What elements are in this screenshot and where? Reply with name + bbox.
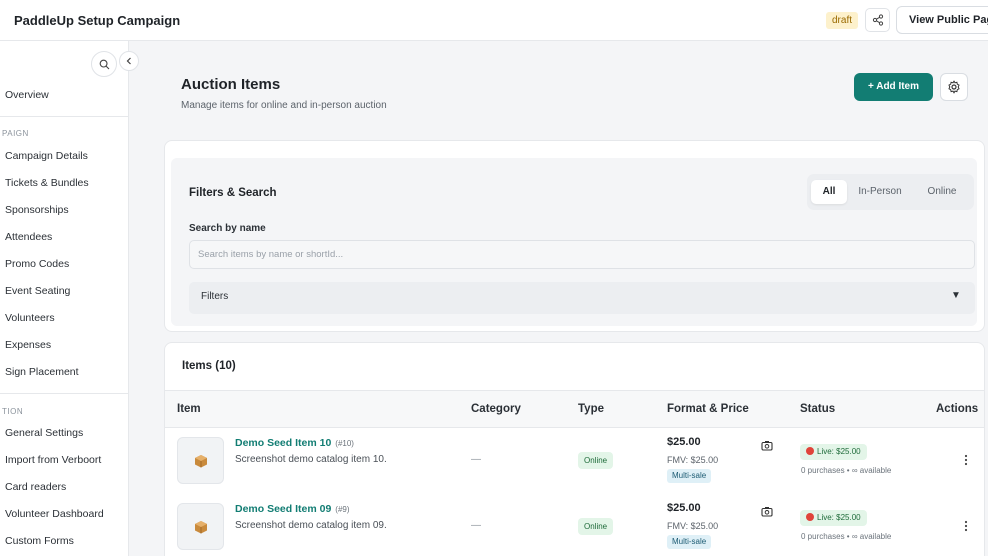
- item-fmv: FMV: $25.00: [667, 521, 719, 531]
- row-actions-button[interactable]: [962, 452, 970, 468]
- item-thumbnail: [177, 437, 224, 484]
- item-name: Demo Seed Item 09: [235, 503, 332, 515]
- camera-icon: [761, 506, 773, 517]
- column-header-type: Type: [578, 403, 604, 415]
- filters-panel: Filters & Search All In-Person Online Se…: [171, 158, 977, 326]
- status-text: Live: $25.00: [817, 447, 861, 456]
- package-icon: [194, 520, 207, 533]
- search-input[interactable]: [189, 240, 975, 269]
- tab-all[interactable]: All: [811, 180, 847, 204]
- tab-in-person[interactable]: In-Person: [849, 180, 911, 204]
- sidebar-item-promo-codes[interactable]: Promo Codes: [5, 258, 69, 270]
- camera-icon: [761, 440, 773, 451]
- column-header-actions: Actions: [936, 403, 979, 415]
- draft-badge: draft: [826, 12, 859, 29]
- column-header-category: Category: [471, 403, 521, 415]
- status-badge: Live: $25.00: [800, 444, 867, 460]
- sidebar-item-tickets-bundles[interactable]: Tickets & Bundles: [5, 177, 89, 189]
- sidebar-item-import-verboort[interactable]: Import from Verboort: [5, 454, 101, 466]
- table-header: Item Category Type Format & Price Status…: [165, 390, 984, 428]
- filters-toggle[interactable]: Filters ▼: [189, 282, 975, 314]
- column-header-format-price: Format & Price: [667, 403, 749, 415]
- sidebar-item-overview[interactable]: Overview: [5, 89, 49, 101]
- sidebar-search-button[interactable]: [91, 51, 117, 77]
- search-label: Search by name: [189, 223, 266, 234]
- page-subtitle: Manage items for online and in-person au…: [181, 100, 387, 111]
- sidebar-item-volunteers[interactable]: Volunteers: [5, 312, 55, 324]
- item-description: Screenshot demo catalog item 10.: [235, 454, 387, 465]
- sidebar-divider: [0, 393, 128, 394]
- page-title: Auction Items: [181, 76, 281, 93]
- sidebar-item-card-readers[interactable]: Card readers: [5, 481, 66, 493]
- item-fmv: FMV: $25.00: [667, 455, 719, 465]
- items-title: Items (10): [182, 360, 236, 372]
- type-badge: Online: [578, 518, 614, 535]
- item-category: —: [471, 520, 481, 531]
- sidebar-item-campaign-details[interactable]: Campaign Details: [5, 150, 88, 162]
- filters-title: Filters & Search: [189, 187, 277, 199]
- purchases-info: 0 purchases • ∞ available: [801, 532, 892, 541]
- caret-down-icon: ▼: [951, 290, 961, 301]
- chevron-left-icon: [126, 57, 131, 65]
- sidebar-item-volunteer-dashboard[interactable]: Volunteer Dashboard: [5, 508, 104, 520]
- format-badge: Multi-sale: [667, 469, 712, 483]
- item-description: Screenshot demo catalog item 09.: [235, 520, 387, 531]
- sidebar-section-campaign: PAIGN: [2, 129, 29, 138]
- collapse-sidebar-button[interactable]: [119, 51, 139, 71]
- campaign-title: PaddleUp Setup Campaign: [14, 13, 181, 28]
- camera-button[interactable]: [760, 504, 774, 518]
- table-row: Demo Seed Item 10 (#10) Screenshot demo c…: [165, 428, 984, 494]
- format-badge: Multi-sale: [667, 535, 712, 549]
- sidebar-item-attendees[interactable]: Attendees: [5, 231, 52, 243]
- add-item-button[interactable]: + Add Item: [854, 73, 933, 101]
- column-header-item: Item: [177, 403, 201, 415]
- item-price: $25.00: [667, 436, 701, 448]
- sidebar-section-administration: TION: [2, 407, 24, 416]
- item-short-id: (#10): [335, 439, 354, 448]
- item-thumbnail: [177, 503, 224, 550]
- share-icon: [872, 14, 883, 26]
- sidebar: Overview PAIGN Campaign Details Tickets …: [0, 41, 139, 556]
- item-short-id: (#9): [335, 505, 350, 514]
- camera-button[interactable]: [760, 438, 774, 452]
- live-dot-icon: [806, 513, 814, 521]
- filters-card: Filters & Search All In-Person Online Se…: [164, 140, 985, 332]
- view-public-page-button[interactable]: View Public Page: [896, 6, 988, 34]
- sidebar-item-expenses[interactable]: Expenses: [5, 339, 51, 351]
- item-name-link[interactable]: Demo Seed Item 09 (#9): [235, 503, 350, 515]
- kebab-menu-icon: [964, 520, 968, 532]
- item-name-link[interactable]: Demo Seed Item 10 (#10): [235, 437, 354, 449]
- status-badge: Live: $25.00: [800, 510, 867, 526]
- type-badge: Online: [578, 452, 614, 469]
- gear-icon: [948, 80, 960, 94]
- settings-button[interactable]: [940, 73, 968, 101]
- purchases-info: 0 purchases • ∞ available: [801, 466, 892, 475]
- row-actions-button[interactable]: [962, 518, 970, 534]
- sidebar-divider: [0, 116, 128, 117]
- top-bar: PaddleUp Setup Campaign draft View Publi…: [0, 0, 988, 41]
- package-icon: [194, 454, 207, 467]
- column-header-status: Status: [800, 403, 836, 415]
- kebab-menu-icon: [964, 454, 968, 466]
- item-category: —: [471, 454, 481, 465]
- status-text: Live: $25.00: [817, 513, 861, 522]
- search-icon: [99, 59, 109, 69]
- table-row: Demo Seed Item 09 (#9) Screenshot demo ca…: [165, 494, 984, 556]
- item-price: $25.00: [667, 502, 701, 514]
- tab-online[interactable]: Online: [915, 180, 969, 204]
- share-button[interactable]: [865, 8, 890, 32]
- sidebar-item-general-settings[interactable]: General Settings: [5, 427, 83, 439]
- items-card: Items (10) Item Category Type Format & P…: [164, 342, 985, 556]
- filters-toggle-label: Filters: [201, 291, 229, 302]
- sidebar-item-sign-placement[interactable]: Sign Placement: [5, 366, 79, 378]
- sidebar-item-custom-forms[interactable]: Custom Forms: [5, 535, 74, 547]
- sidebar-item-sponsorships[interactable]: Sponsorships: [5, 204, 69, 216]
- type-segmented-control: All In-Person Online: [807, 174, 974, 210]
- item-name: Demo Seed Item 10: [235, 437, 332, 449]
- sidebar-item-event-seating[interactable]: Event Seating: [5, 285, 70, 297]
- live-dot-icon: [806, 447, 814, 455]
